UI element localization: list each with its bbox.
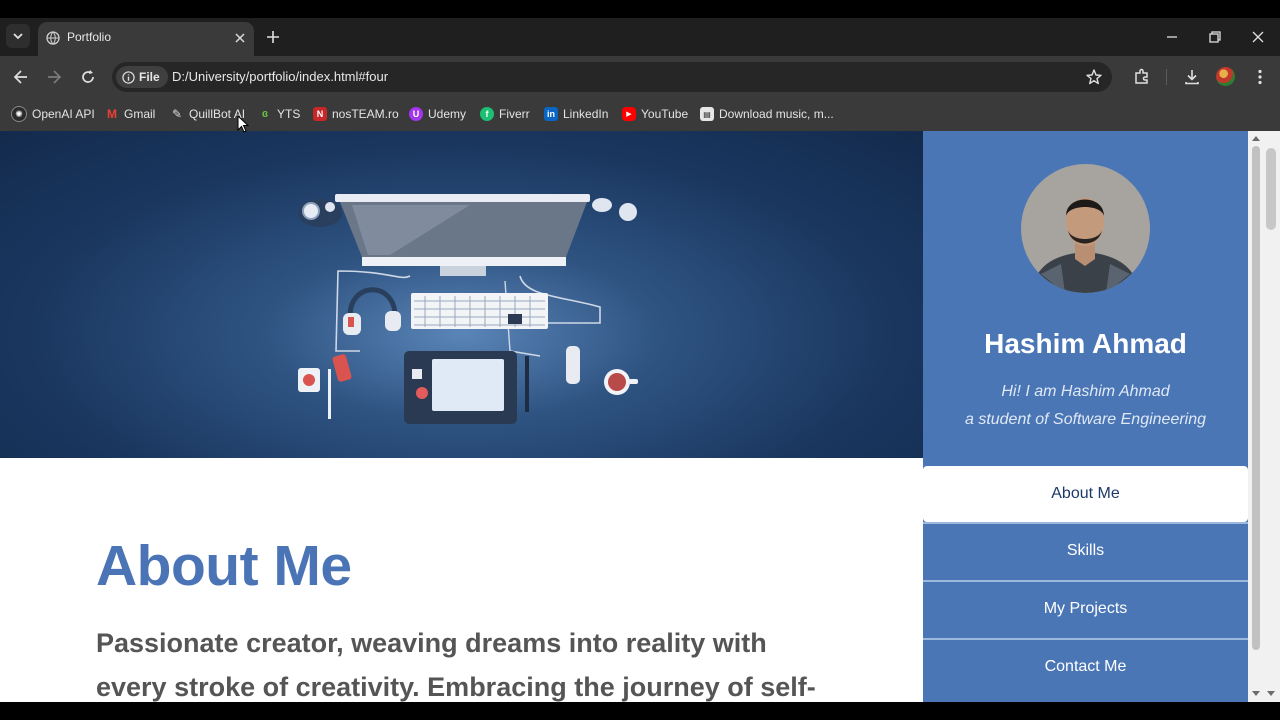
- tab-title: Portfolio: [67, 30, 112, 44]
- back-arrow-icon[interactable]: [11, 67, 31, 87]
- new-tab-plus-icon[interactable]: [264, 28, 282, 46]
- window-close-icon[interactable]: [1249, 28, 1267, 46]
- fiverr-icon: f: [480, 107, 494, 121]
- bookmark-star-icon[interactable]: [1085, 68, 1103, 86]
- tab-search-button[interactable]: [6, 24, 30, 48]
- minimize-icon[interactable]: [1163, 28, 1181, 46]
- about-heading: About Me: [96, 534, 352, 598]
- outer-scrollbar-thumb[interactable]: [1266, 148, 1276, 230]
- more-vertical-icon[interactable]: [1250, 67, 1270, 87]
- nosteam-icon: N: [313, 107, 327, 121]
- download-icon[interactable]: [1182, 67, 1202, 87]
- bookmark-gmail[interactable]: M Gmail: [105, 106, 155, 122]
- browser-toolbar: File D:/University/portfolio/index.html#…: [0, 56, 1280, 97]
- nav-skills[interactable]: Skills: [923, 522, 1248, 578]
- tab-strip: Portfolio: [0, 18, 1280, 56]
- download-site-icon: ▤: [700, 107, 714, 121]
- keyboard-illustration: [411, 293, 548, 329]
- openai-icon: ✺: [11, 106, 27, 122]
- bookmark-download-music[interactable]: ▤ Download music, m...: [700, 106, 834, 122]
- tagline-line-2: a student of Software Engineering: [964, 411, 1207, 428]
- bookmark-nosteam[interactable]: N nosTEAM.ro: [313, 106, 399, 122]
- page-viewport: About Me Passionate creator, weaving dre…: [0, 131, 1248, 702]
- gmail-icon: M: [107, 107, 117, 121]
- chevron-down-icon: [13, 33, 23, 40]
- quillbot-icon: ✎: [171, 107, 183, 121]
- desk-illustration: [298, 194, 638, 424]
- close-icon[interactable]: [232, 30, 248, 46]
- gamepad-illustration: [298, 199, 342, 227]
- drawing-tablet-illustration: [404, 351, 517, 424]
- address-bar[interactable]: File D:/University/portfolio/index.html#…: [112, 62, 1112, 92]
- toolbar-divider: [1166, 69, 1167, 85]
- profile-tagline: Hi! I am Hashim Ahmad a student of Softw…: [923, 378, 1248, 434]
- profile-photo: [1021, 164, 1150, 293]
- nav-my-projects[interactable]: My Projects: [923, 580, 1248, 636]
- tagline-line-1: Hi! I am Hashim Ahmad: [1001, 383, 1170, 400]
- bookmark-youtube[interactable]: ▶ YouTube: [622, 106, 688, 122]
- coffee-cup-illustration: [604, 369, 638, 395]
- bookmark-yts[interactable]: ɞ YTS: [258, 106, 300, 122]
- screen-bottom-band: [0, 702, 1280, 720]
- udemy-icon: U: [409, 107, 423, 121]
- youtube-icon: ▶: [622, 107, 636, 121]
- url-text[interactable]: D:/University/portfolio/index.html#four: [172, 69, 388, 84]
- outer-scroll-down-arrow-icon[interactable]: [1266, 690, 1276, 698]
- reload-icon[interactable]: [78, 67, 98, 87]
- extensions-puzzle-icon[interactable]: [1132, 67, 1152, 87]
- nav-about-me[interactable]: About Me: [923, 466, 1248, 522]
- profile-avatar[interactable]: [1216, 67, 1235, 86]
- hero-banner: [0, 131, 923, 458]
- scroll-up-arrow-icon[interactable]: [1251, 134, 1261, 142]
- profile-sidebar: Hashim Ahmad Hi! I am Hashim Ahmad a stu…: [923, 131, 1248, 702]
- headphones-illustration: [343, 287, 401, 335]
- bookmark-openai-api[interactable]: ✺ OpenAI API: [11, 106, 95, 122]
- linkedin-icon: in: [544, 107, 558, 121]
- bookmark-fiverr[interactable]: f Fiverr: [480, 106, 530, 122]
- site-info-chip[interactable]: File: [116, 66, 168, 88]
- site-info-label: File: [139, 70, 160, 84]
- bookmarks-bar: ✺ OpenAI API M Gmail ✎ QuillBot AI ɞ YTS…: [0, 97, 1280, 132]
- inner-scrollbar-thumb[interactable]: [1252, 146, 1260, 650]
- bookmark-quillbot[interactable]: ✎ QuillBot AI: [170, 106, 245, 122]
- screen-top-band: [0, 0, 1280, 18]
- mouse-cursor-icon: [237, 115, 249, 133]
- scroll-down-arrow-icon[interactable]: [1251, 690, 1261, 698]
- info-icon: [122, 70, 135, 84]
- tab-portfolio[interactable]: Portfolio: [38, 22, 254, 56]
- bookmark-linkedin[interactable]: in LinkedIn: [544, 106, 608, 122]
- bookmark-udemy[interactable]: U Udemy: [409, 106, 466, 122]
- globe-icon: [46, 31, 60, 45]
- restore-icon[interactable]: [1206, 28, 1224, 46]
- nav-contact-me[interactable]: Contact Me: [923, 638, 1248, 694]
- profile-name: Hashim Ahmad: [984, 328, 1187, 359]
- forward-arrow-icon[interactable]: [44, 67, 64, 87]
- about-paragraph: Passionate creator, weaving dreams into …: [96, 628, 816, 702]
- yts-icon: ɞ: [261, 108, 269, 120]
- monitor-illustration: [335, 194, 590, 276]
